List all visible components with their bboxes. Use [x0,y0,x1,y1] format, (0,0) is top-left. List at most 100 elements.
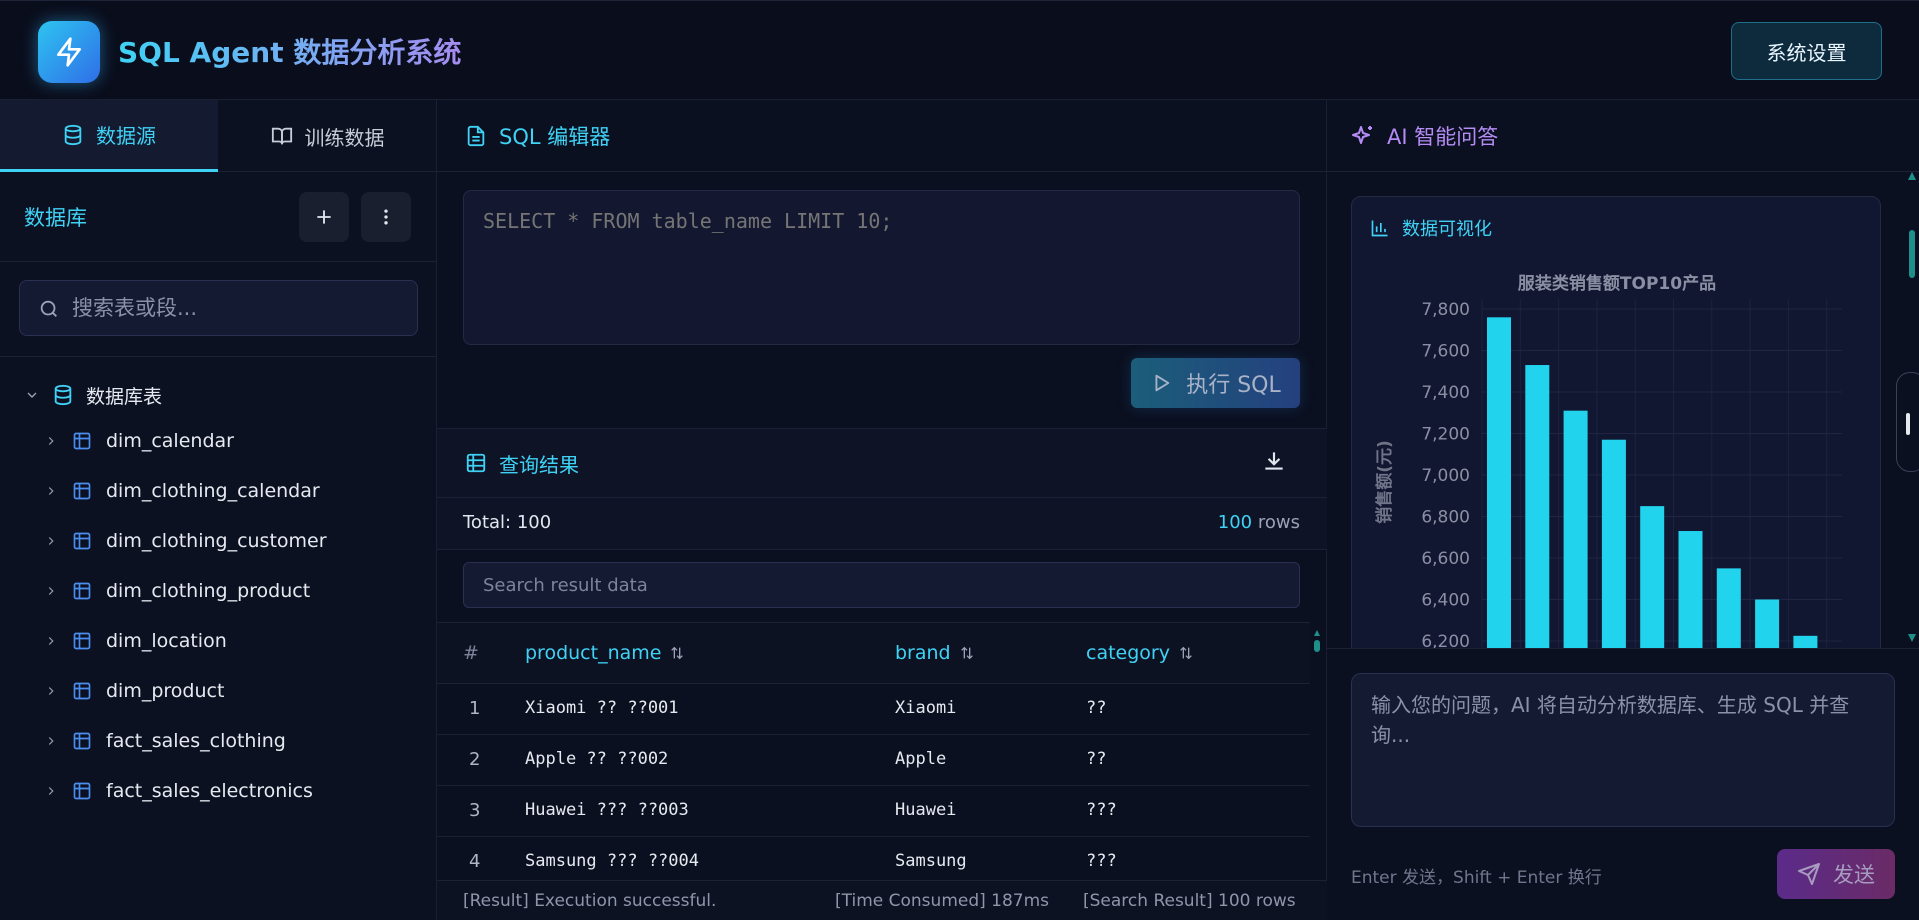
ai-title: AI 智能问答 [1387,124,1499,149]
sql-editor-header: SQL 编辑器 [437,100,1327,172]
result-summary: Total: 100 100 rows [437,498,1327,550]
visualization-title: 数据可视化 [1402,219,1492,240]
table-item[interactable]: dim_product [44,671,224,711]
chevron-down-icon [27,392,37,398]
table-icon [73,532,91,550]
tab-datasource[interactable]: 数据源 [0,100,218,172]
chevron-right-icon [48,437,54,445]
rows-count: 100 rows [1218,512,1300,533]
table-icon [73,682,91,700]
chart-bar [1525,365,1550,675]
database-icon [54,384,72,406]
chat-area: Enter 发送，Shift + Enter 换行 发送 [1327,648,1919,920]
cell-brand: Xiaomi [895,698,957,718]
status-time: [Time Consumed] 187ms [835,891,1050,911]
table-item[interactable]: fact_sales_electronics [44,771,313,811]
cell-product-name: Apple ?? ??002 [525,749,669,769]
ai-header: AI 智能问答 [1327,100,1919,172]
left-panel: 数据源 训练数据 数据库 数据库表 dim_calendar dim_cloth… [0,100,437,920]
bar-chart-icon [1371,220,1388,237]
query-result-title: 查询结果 [499,452,579,477]
status-search: [Search Result] 100 rows [1083,891,1296,911]
column-label: brand [895,642,951,664]
column-header-product-name[interactable]: product_name [525,642,685,664]
logo [38,21,100,83]
visualization-card: 7,800 7,600 7,400 7,200 7,000 6,800 6,600 6,400… [1351,196,1881,676]
chart-bar [1563,410,1588,675]
table-item[interactable]: dim_calendar [44,421,234,461]
chart-bar [1601,439,1626,675]
column-header-index: # [463,642,479,664]
app-title: SQL Agent 数据分析系统 [118,31,461,71]
table-item[interactable]: dim_clothing_customer [44,521,327,561]
tab-training-data[interactable]: 训练数据 [218,100,437,172]
divider [0,356,437,357]
table-name: dim_product [106,680,225,702]
table-search-input[interactable] [72,281,402,335]
result-scrollbar[interactable] [1314,630,1320,900]
result-table-header: # product_name brand category [437,622,1310,684]
chevron-right-icon [48,687,54,695]
table-item[interactable]: dim_location [44,621,227,661]
sql-panel: SQL 编辑器 执行 SQL 查询结果 Total: 100 100 rows … [437,100,1327,920]
run-sql-button[interactable]: 执行 SQL [1131,358,1300,408]
chart-y-tick-label: 7,000 [1421,466,1470,486]
sql-editor-title: SQL 编辑器 [499,124,611,149]
send-icon [1798,863,1820,885]
lightning-icon [57,37,81,67]
table-icon [73,732,91,750]
table-item[interactable]: dim_clothing_calendar [44,471,320,511]
table-icon [73,582,91,600]
column-label: category [1086,642,1170,664]
sort-icon [671,646,684,660]
sparkles-icon [1352,125,1372,144]
chart-y-tick-label: 6,600 [1421,549,1470,569]
tab-label: 数据源 [96,124,156,148]
column-header-brand[interactable]: brand [895,642,975,664]
table-name: dim_clothing_calendar [106,480,320,502]
settings-button[interactable]: 系统设置 [1731,22,1882,80]
ai-panel: AI 智能问答 7,800 7,600 7,400 7,200 7,000 6,800 6,… [1327,100,1919,920]
chevron-right-icon [48,787,54,795]
panel-resize-handle[interactable] [1896,372,1919,472]
table-item[interactable]: fact_sales_clothing [44,721,286,761]
plus-icon [317,210,331,224]
chevron-right-icon [48,537,54,545]
table-name: dim_calendar [106,430,234,452]
cell-product-name: Samsung ??? ??004 [525,851,699,871]
table-name: fact_sales_clothing [106,730,286,752]
database-icon [64,124,82,145]
cell-index: 4 [469,851,481,872]
chat-input[interactable] [1351,673,1895,827]
table-name: dim_clothing_product [106,580,311,602]
cell-product-name: Huawei ??? ??003 [525,800,689,820]
chart-y-tick-label: 6,400 [1421,591,1470,611]
chevron-right-icon [48,487,54,495]
send-button[interactable]: 发送 [1777,849,1895,899]
cell-index: 2 [469,749,481,770]
add-database-button[interactable] [299,192,349,242]
column-header-category[interactable]: category [1086,642,1194,664]
table-row[interactable]: 2 Apple ?? ??002 Apple ?? [437,735,1310,786]
result-search-input[interactable] [463,562,1300,608]
table-row[interactable]: 3 Huawei ??? ??003 Huawei ??? [437,786,1310,837]
app-header: SQL Agent 数据分析系统 系统设置 [0,0,1919,100]
table-row[interactable]: 1 Xiaomi ?? ??001 Xiaomi ?? [437,684,1310,735]
cell-category: ?? [1086,749,1107,769]
total-count: Total: 100 [463,512,552,533]
download-icon[interactable] [1261,448,1287,474]
sql-editor-input[interactable] [463,190,1300,345]
more-options-button[interactable] [361,192,411,242]
tree-root-label: 数据库表 [86,385,163,408]
table-item[interactable]: dim_clothing_product [44,571,310,611]
file-text-icon [467,125,485,146]
table-icon [73,482,91,500]
tree-root-database-tables[interactable]: 数据库表 [24,375,162,415]
more-vertical-icon [384,209,388,225]
rows-number: 100 [1217,512,1253,533]
chevron-right-icon [48,637,54,645]
cell-product-name: Xiaomi ?? ??001 [525,698,679,718]
chart-bar [1487,317,1511,675]
cell-category: ??? [1086,800,1117,820]
cell-brand: Apple [895,749,947,769]
